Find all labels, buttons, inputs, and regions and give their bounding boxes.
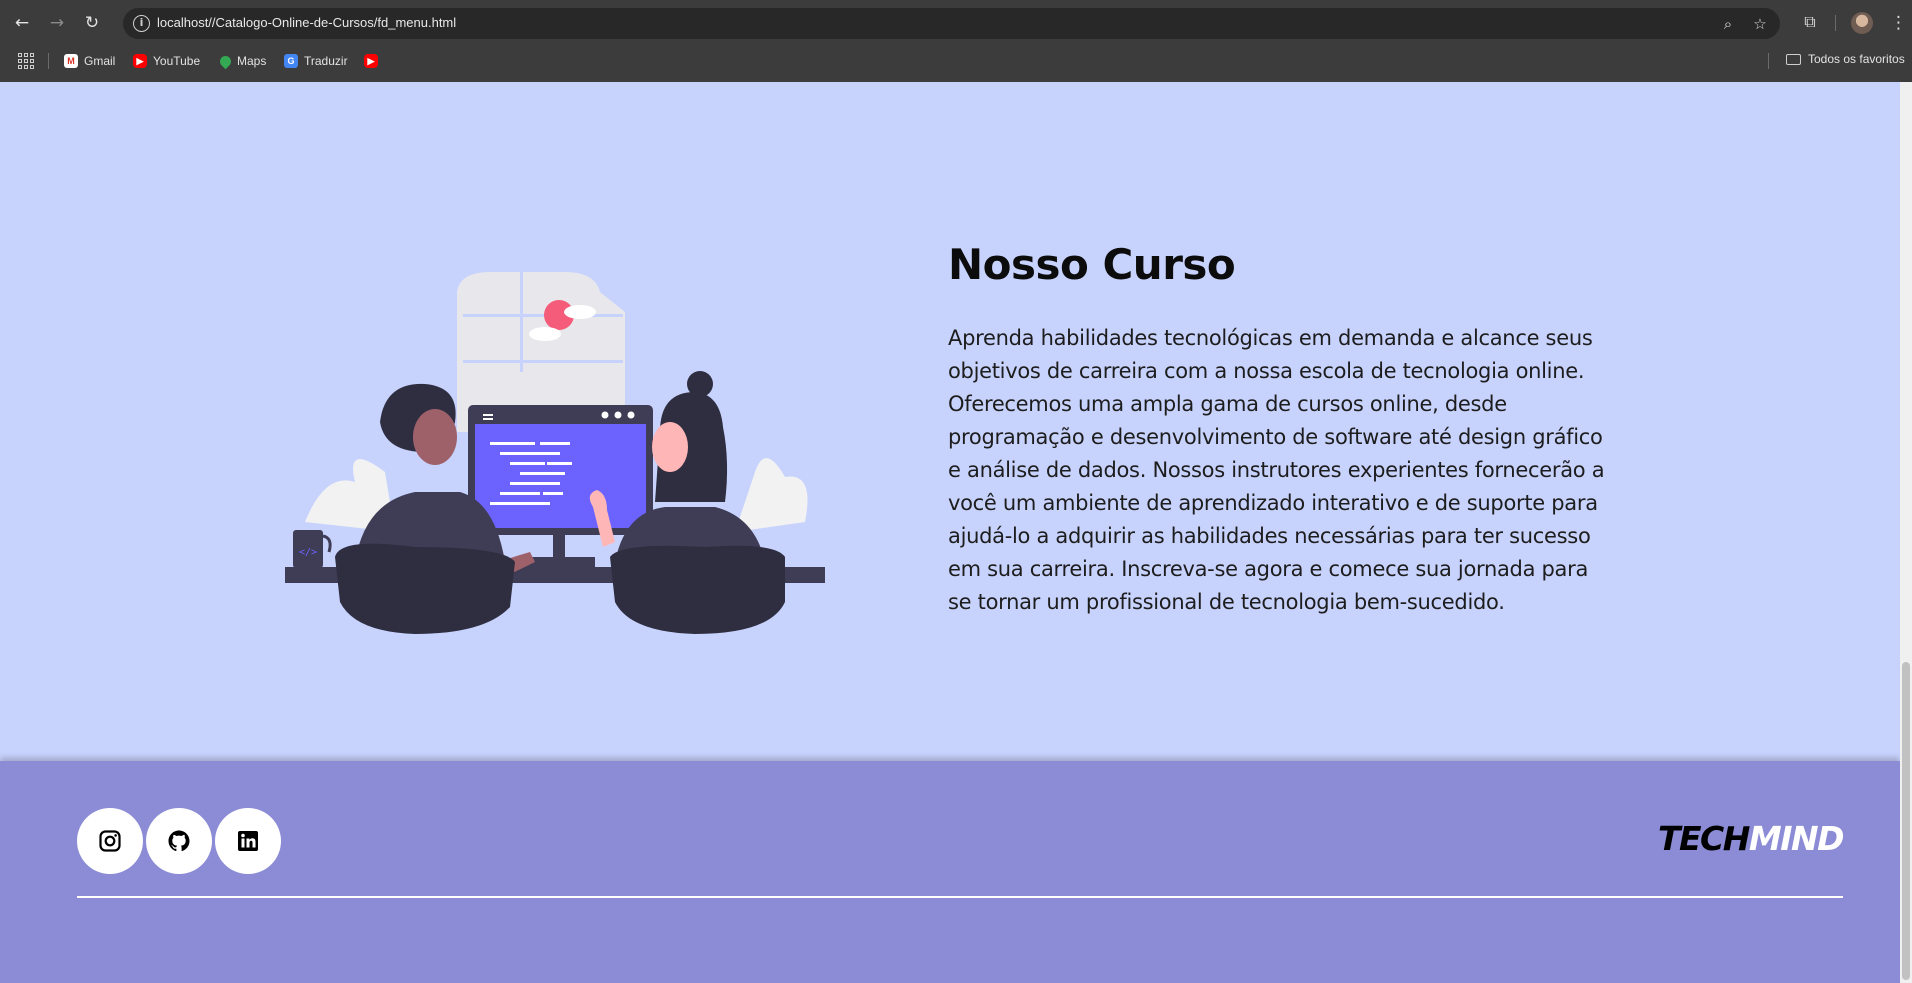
all-bookmarks-label: Todos os favoritos <box>1808 52 1905 66</box>
instagram-icon <box>99 830 121 852</box>
site-info-icon[interactable]: i <box>133 15 150 32</box>
extensions-icon[interactable]: ⧉ <box>1799 11 1821 33</box>
maps-icon <box>217 53 234 69</box>
linkedin-icon <box>238 831 258 851</box>
page-scrollbar[interactable] <box>1900 82 1912 983</box>
bookmark-youtube-2[interactable]: ▶ <box>364 52 378 70</box>
bookmark-gmail[interactable]: M Gmail <box>64 52 115 70</box>
reload-button[interactable]: ↻ <box>80 11 104 35</box>
bookmarks-divider <box>48 53 49 69</box>
bookmarks-bar: M Gmail ▶ YouTube Maps G Traduzir ▶ Todo… <box>0 46 1912 76</box>
browser-toolbar: ← → ↻ i localhost//Catalogo-Online-de-Cu… <box>0 0 1912 46</box>
brand-part-tech: TECH <box>1657 819 1750 858</box>
gmail-icon: M <box>64 54 78 68</box>
bookmark-label: Maps <box>237 54 267 68</box>
linkedin-link[interactable] <box>215 808 281 874</box>
apps-grid-icon[interactable] <box>18 53 34 69</box>
youtube-icon: ▶ <box>133 54 147 68</box>
github-link[interactable] <box>146 808 212 874</box>
site-footer: TECHMIND <box>0 761 1900 983</box>
github-icon <box>168 830 190 852</box>
scrollbar-thumb[interactable] <box>1902 662 1910 980</box>
profile-avatar[interactable] <box>1851 12 1873 34</box>
all-bookmarks-button[interactable]: Todos os favoritos <box>1786 52 1905 66</box>
bookmark-star-icon[interactable]: ☆ <box>1751 15 1769 33</box>
browser-menu-icon[interactable]: ⋮ <box>1890 11 1907 35</box>
bookmark-label: YouTube <box>153 54 201 68</box>
bookmarks-divider <box>1768 53 1769 69</box>
brand-part-mind: MIND <box>1748 819 1845 858</box>
address-bar[interactable]: i localhost//Catalogo-Online-de-Cursos/f… <box>123 8 1780 39</box>
back-button[interactable]: ← <box>10 11 34 35</box>
browser-chrome: ← → ↻ i localhost//Catalogo-Online-de-Cu… <box>0 0 1912 82</box>
brand-logo[interactable]: TECHMIND <box>1657 819 1845 858</box>
section-title: Nosso Curso <box>948 240 1236 289</box>
address-url[interactable]: localhost//Catalogo-Online-de-Cursos/fd_… <box>157 15 456 30</box>
youtube-icon: ▶ <box>364 54 378 68</box>
bookmark-maps[interactable]: Maps <box>217 52 267 70</box>
two-people-coding-illustration: </> <box>285 272 825 634</box>
instagram-link[interactable] <box>77 808 143 874</box>
translate-icon: G <box>284 54 298 68</box>
footer-divider <box>77 896 1843 898</box>
svg-text:</>: </> <box>299 547 317 558</box>
toolbar-divider <box>1835 15 1836 31</box>
bookmark-youtube[interactable]: ▶ YouTube <box>133 52 200 70</box>
bookmark-label: Gmail <box>84 54 116 68</box>
bookmark-label: Traduzir <box>304 54 348 68</box>
forward-button[interactable]: → <box>45 11 69 35</box>
section-description: Aprenda habilidades tecnológicas em dema… <box>948 326 1605 614</box>
zoom-icon[interactable]: ⌕ <box>1719 15 1737 33</box>
folder-icon <box>1786 53 1801 65</box>
bookmark-traduzir[interactable]: G Traduzir <box>284 52 348 70</box>
